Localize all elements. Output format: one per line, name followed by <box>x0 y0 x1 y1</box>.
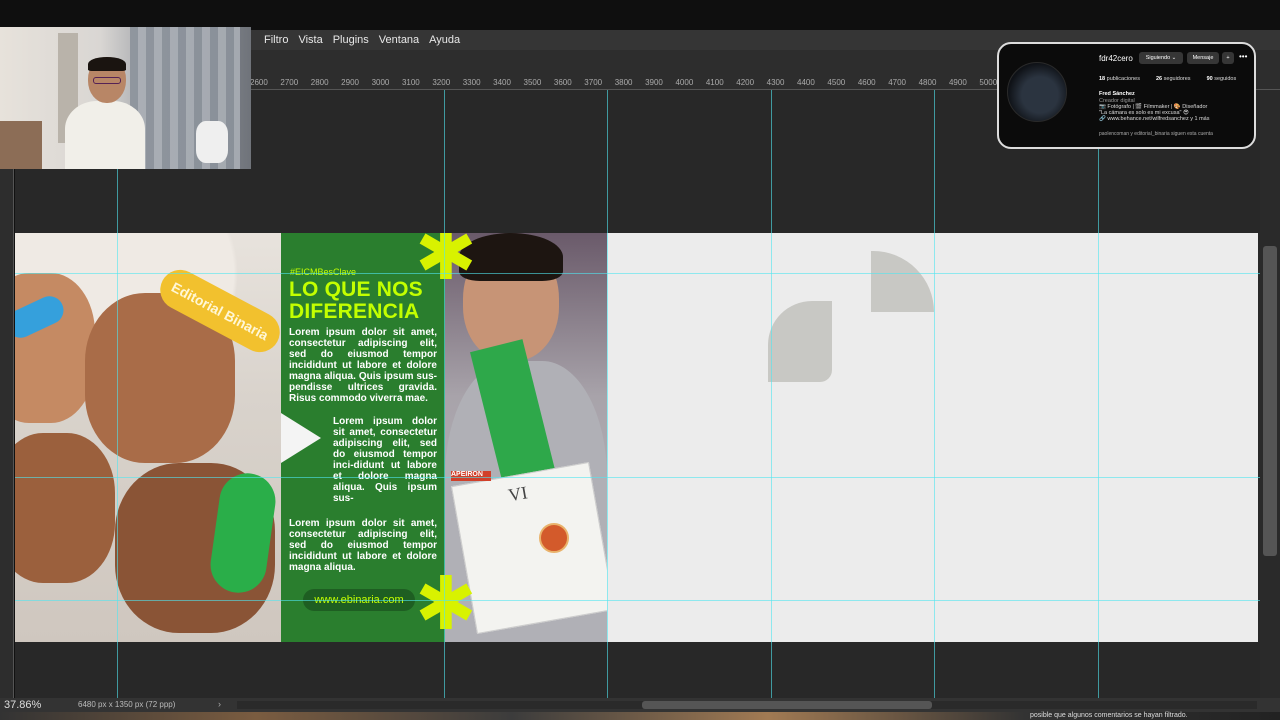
bio-link[interactable]: 🔗 www.behance.net/wilfredsanchez y 1 más <box>1099 116 1249 122</box>
artboard-design[interactable]: Editorial Binaria #EICMBesClave LO QUE N… <box>15 233 607 642</box>
headline-line: DIFERENCIA <box>289 300 420 323</box>
ruler-label: 3200 <box>432 78 451 87</box>
medal <box>539 523 569 553</box>
ruler-label: 4500 <box>827 78 846 87</box>
menu-window[interactable]: Ventana <box>379 34 419 46</box>
ruler-label: 4200 <box>736 78 755 87</box>
profile-stats: 18 publicaciones 26 seguidores 90 seguid… <box>1099 76 1236 82</box>
guide-vertical[interactable] <box>444 90 445 698</box>
followed-by-text: paolencoman y editorial_binaria siguen e… <box>1099 131 1213 137</box>
instagram-profile-overlay: fdr42cero Siguiendo ⌄ Mensaje + ••• 18 p… <box>997 42 1256 149</box>
guide-horizontal[interactable] <box>15 600 1260 601</box>
ruler-label: 3900 <box>645 78 663 87</box>
menu-help[interactable]: Ayuda <box>429 34 460 46</box>
fists-photo: Editorial Binaria <box>15 233 281 642</box>
profile-avatar[interactable] <box>1007 62 1067 122</box>
top-title-bar <box>0 0 1280 30</box>
profile-display-name: Fred Sánchez <box>1099 91 1135 97</box>
following-button[interactable]: Siguiendo ⌄ <box>1139 52 1183 64</box>
profile-bio: Creador digital 📷 Fotógrafo | 🎬 Filmmake… <box>1099 98 1249 122</box>
ruler-label: 3800 <box>614 78 633 87</box>
ruler-label: 4000 <box>675 78 694 87</box>
ruler-label: 3300 <box>462 78 481 87</box>
paragraph-1: Lorem ipsum dolor sit amet, consectetur … <box>289 327 437 404</box>
following-stat[interactable]: 90 seguidos <box>1207 76 1237 82</box>
guide-horizontal[interactable] <box>15 477 1260 478</box>
comment-note: posible que algunos comentarios se hayan… <box>1030 712 1188 719</box>
arrow-triangle-shape <box>281 413 321 463</box>
guide-vertical[interactable] <box>607 90 608 698</box>
guide-vertical[interactable] <box>1098 90 1099 698</box>
guide-vertical[interactable] <box>117 90 118 698</box>
ruler-label: 4400 <box>797 78 815 87</box>
ruler-label: 4700 <box>888 78 906 87</box>
document-info: 6480 px x 1350 px (72 ppp) <box>78 700 176 709</box>
guide-horizontal[interactable] <box>15 273 1260 274</box>
presenter <box>60 57 150 169</box>
ruler-label: 3400 <box>493 78 511 87</box>
horizontal-scroll-thumb[interactable] <box>642 701 932 709</box>
ruler-label: 2600 <box>250 78 268 87</box>
zoom-level[interactable]: 37.86% <box>4 699 41 711</box>
ruler-label: 2700 <box>280 78 299 87</box>
asterisk-star-icon: ✱ <box>415 562 478 642</box>
ruler-label: 3700 <box>584 78 603 87</box>
shirt-logo: APEIRON <box>451 471 491 481</box>
fist <box>15 433 115 583</box>
guide-vertical[interactable] <box>771 90 772 698</box>
profile-username: fdr42cero <box>1099 54 1133 63</box>
add-user-button[interactable]: + <box>1222 52 1234 64</box>
chevron-right-icon[interactable]: › <box>218 699 221 709</box>
fist <box>15 273 95 423</box>
leaf-shape-placeholder[interactable] <box>768 301 832 382</box>
menu-view[interactable]: Vista <box>298 34 322 46</box>
vertical-scrollbar[interactable] <box>1260 90 1280 698</box>
message-button[interactable]: Mensaje <box>1187 52 1219 64</box>
followers-stat[interactable]: 26 seguidores <box>1156 76 1191 82</box>
ruler-label: 2900 <box>341 78 359 87</box>
ruler-labels: 2600 2700 2800 2900 3000 3100 3200 3300 … <box>250 78 1010 87</box>
asterisk-star-icon: ✱ <box>415 233 478 295</box>
posts-stat: 18 publicaciones <box>1099 76 1140 82</box>
vertical-ruler[interactable] <box>0 90 14 698</box>
ruler-label: 3500 <box>523 78 542 87</box>
certificate-title: VI <box>506 482 529 506</box>
menu-filter[interactable]: Filtro <box>264 34 288 46</box>
ruler-label: 4300 <box>766 78 785 87</box>
artboard-empty[interactable] <box>607 233 1258 642</box>
ruler-label: 4800 <box>918 78 937 87</box>
webcam-overlay <box>0 27 251 169</box>
ruler-label: 2800 <box>310 78 329 87</box>
status-bar: 37.86% 6480 px x 1350 px (72 ppp) › <box>0 698 1280 712</box>
horizontal-scrollbar[interactable] <box>237 701 1257 709</box>
paragraph-2: Lorem ipsum dolor sit amet, consectetur … <box>333 416 437 504</box>
ruler-label: 3000 <box>371 78 390 87</box>
vertical-scroll-thumb[interactable] <box>1263 246 1277 556</box>
guide-vertical[interactable] <box>934 90 935 698</box>
quarter-circle-placeholder[interactable] <box>871 251 934 312</box>
ruler-label: 4600 <box>857 78 876 87</box>
ruler-label: 3600 <box>553 78 572 87</box>
ruler-label: 3100 <box>401 78 420 87</box>
menu-plugins[interactable]: Plugins <box>333 34 369 46</box>
more-options-icon[interactable]: ••• <box>1239 52 1247 61</box>
ruler-label: 4100 <box>705 78 724 87</box>
ruler-label: 4900 <box>948 78 967 87</box>
